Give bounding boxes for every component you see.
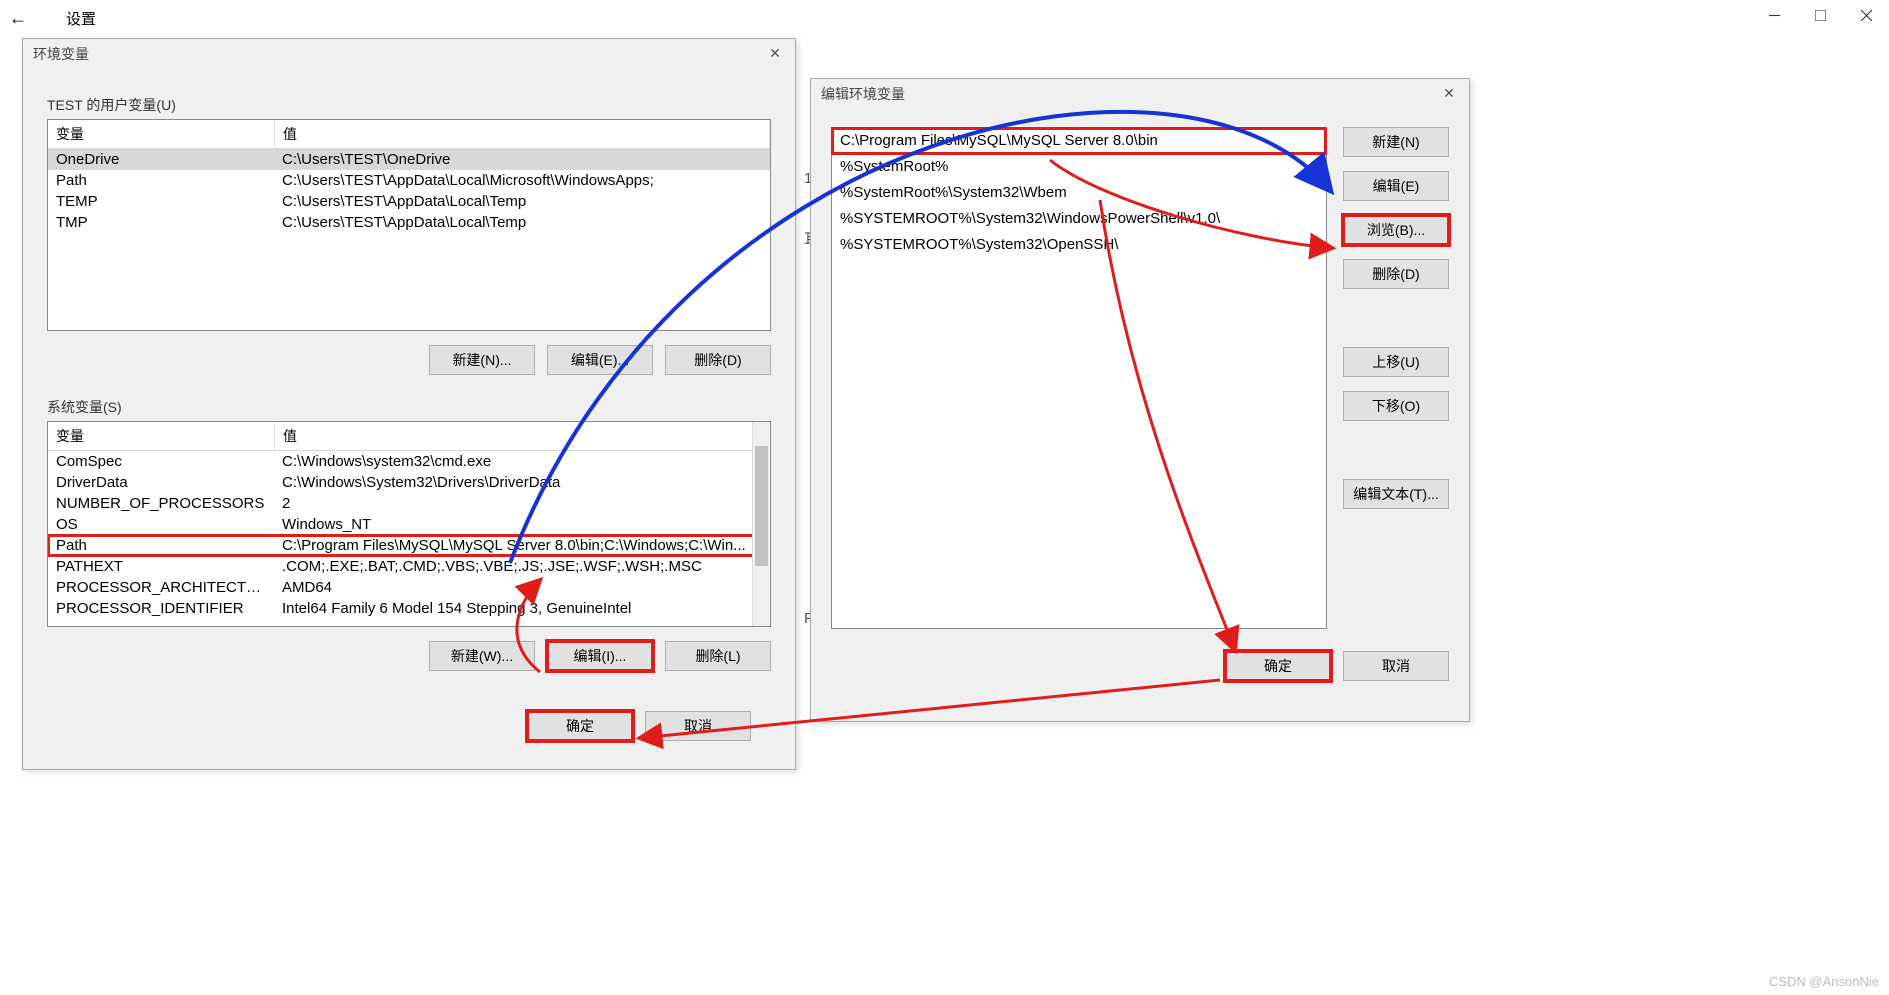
user-vars-list[interactable]: 变量 值 OneDriveC:\Users\TEST\OneDrivePathC… — [47, 119, 771, 331]
sys-vars-label: 系统变量(S) — [47, 397, 771, 417]
sys-delete-button[interactable]: 删除(L) — [665, 641, 771, 671]
close-icon[interactable]: ✕ — [761, 41, 789, 65]
close-button[interactable] — [1843, 0, 1889, 30]
table-row[interactable]: PATHEXT.COM;.EXE;.BAT;.CMD;.VBS;.VBE;.JS… — [48, 556, 770, 577]
settings-title: 设置 — [36, 8, 96, 29]
user-edit-button[interactable]: 编辑(E)... — [547, 345, 653, 375]
table-row[interactable]: PROCESSOR_IDENTIFIERIntel64 Family 6 Mod… — [48, 598, 770, 619]
env-vars-dialog: 环境变量 ✕ TEST 的用户变量(U) 变量 值 OneDriveC:\Use… — [22, 38, 796, 770]
close-icon[interactable]: ✕ — [1435, 81, 1463, 105]
list-item[interactable]: C:\Program Files\MySQL\MySQL Server 8.0\… — [832, 128, 1326, 154]
table-row[interactable]: ComSpecC:\Windows\system32\cmd.exe — [48, 451, 770, 472]
env-dialog-title: 环境变量 — [23, 39, 795, 69]
maximize-button[interactable] — [1797, 0, 1843, 30]
env-cancel-button[interactable]: 取消 — [645, 711, 751, 741]
sys-edit-button[interactable]: 编辑(I)... — [547, 641, 653, 671]
sys-new-button[interactable]: 新建(W)... — [429, 641, 535, 671]
table-row[interactable]: PathC:\Users\TEST\AppData\Local\Microsof… — [48, 170, 770, 191]
path-down-button[interactable]: 下移(O) — [1343, 391, 1449, 421]
table-row[interactable]: DriverDataC:\Windows\System32\Drivers\Dr… — [48, 472, 770, 493]
user-vars-label: TEST 的用户变量(U) — [47, 95, 771, 115]
list-item[interactable]: %SYSTEMROOT%\System32\WindowsPowerShell\… — [832, 206, 1326, 232]
user-new-button[interactable]: 新建(N)... — [429, 345, 535, 375]
table-row[interactable]: TMPC:\Users\TEST\AppData\Local\Temp — [48, 212, 770, 233]
col-header-var: 变量 — [48, 120, 275, 148]
table-row[interactable]: OneDriveC:\Users\TEST\OneDrive — [48, 149, 770, 170]
path-edit-text-button[interactable]: 编辑文本(T)... — [1343, 479, 1449, 509]
edit-ok-button[interactable]: 确定 — [1225, 651, 1331, 681]
path-browse-button[interactable]: 浏览(B)... — [1343, 215, 1449, 245]
path-list[interactable]: C:\Program Files\MySQL\MySQL Server 8.0\… — [831, 127, 1327, 629]
env-ok-button[interactable]: 确定 — [527, 711, 633, 741]
sys-vars-list[interactable]: 变量 值 ComSpecC:\Windows\system32\cmd.exeD… — [47, 421, 771, 627]
col-header-var: 变量 — [48, 422, 275, 450]
col-header-val: 值 — [275, 120, 770, 148]
scrollbar[interactable] — [752, 422, 770, 626]
table-row[interactable]: NUMBER_OF_PROCESSORS2 — [48, 493, 770, 514]
path-delete-button[interactable]: 删除(D) — [1343, 259, 1449, 289]
edit-cancel-button[interactable]: 取消 — [1343, 651, 1449, 681]
minimize-button[interactable] — [1751, 0, 1797, 30]
table-row[interactable]: OSWindows_NT — [48, 514, 770, 535]
edit-dialog-title: 编辑环境变量 — [811, 79, 1469, 109]
table-row[interactable]: PathC:\Program Files\MySQL\MySQL Server … — [48, 535, 770, 556]
path-edit-button[interactable]: 编辑(E) — [1343, 171, 1449, 201]
table-row[interactable]: PROCESSOR_ARCHITECTUREAMD64 — [48, 577, 770, 598]
path-up-button[interactable]: 上移(U) — [1343, 347, 1449, 377]
list-item[interactable]: %SystemRoot% — [832, 154, 1326, 180]
back-icon[interactable]: ← — [0, 8, 36, 29]
list-item[interactable]: %SYSTEMROOT%\System32\OpenSSH\ — [832, 232, 1326, 258]
table-row[interactable]: TEMPC:\Users\TEST\AppData\Local\Temp — [48, 191, 770, 212]
path-new-button[interactable]: 新建(N) — [1343, 127, 1449, 157]
watermark: CSDN @AnsonNie — [1769, 974, 1879, 989]
col-header-val: 值 — [275, 422, 770, 450]
edit-env-dialog: 编辑环境变量 ✕ C:\Program Files\MySQL\MySQL Se… — [810, 78, 1470, 722]
user-delete-button[interactable]: 删除(D) — [665, 345, 771, 375]
settings-topbar: ← 设置 — [0, 0, 1889, 36]
list-item[interactable]: %SystemRoot%\System32\Wbem — [832, 180, 1326, 206]
